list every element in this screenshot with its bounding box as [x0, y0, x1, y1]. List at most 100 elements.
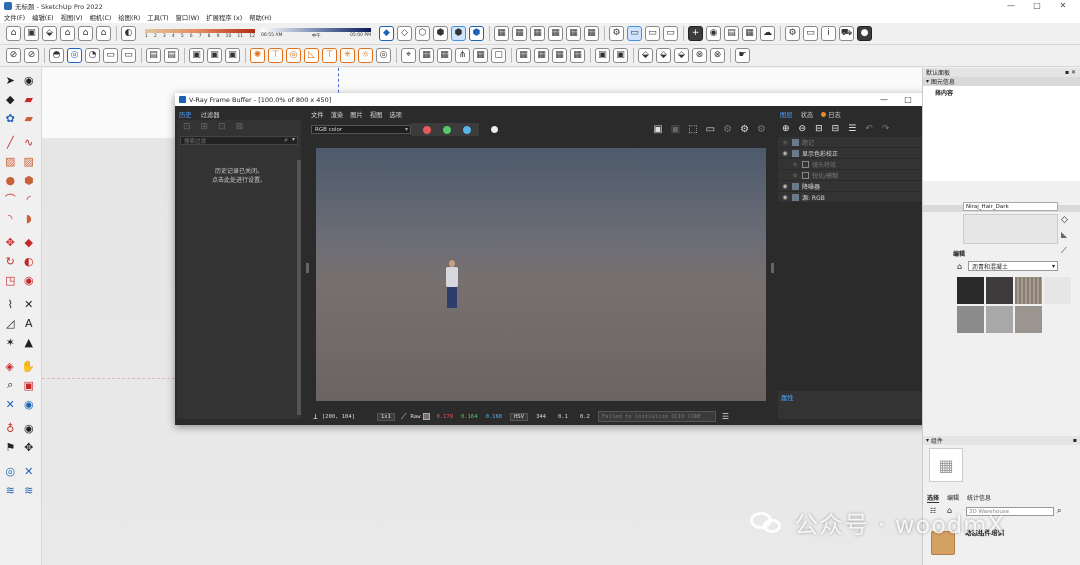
sandbox-c-icon[interactable]: ≋	[4, 483, 17, 497]
circle-icon[interactable]: ●	[4, 173, 17, 187]
vray-interactive-icon[interactable]: ▭	[663, 26, 678, 41]
component-icon[interactable]: ▦	[494, 26, 509, 41]
sandbox-a-icon[interactable]: ◎	[4, 464, 17, 478]
vfb-maximize-button[interactable]: □	[896, 93, 920, 106]
render-interactive-icon[interactable]: ▭	[706, 124, 715, 135]
eraser-icon[interactable]: ▰	[23, 92, 36, 106]
close-button[interactable]: ✕	[1050, 0, 1076, 12]
default-panel-header[interactable]: 默认面板 ▪ ✕	[923, 68, 1080, 77]
style-hidden-icon[interactable]: ⬡	[415, 26, 430, 41]
chevron-down-icon[interactable]: ▾	[292, 136, 295, 143]
eye-icon[interactable]: ◉	[778, 194, 792, 201]
create-material-icon[interactable]: ◇	[1061, 215, 1068, 225]
circle-shape-icon[interactable]: ◎	[67, 48, 82, 63]
edit-icon[interactable]: ▢	[491, 48, 506, 63]
default-material-icon[interactable]: ◣	[1061, 230, 1067, 239]
window-icon[interactable]: ▣	[207, 48, 222, 63]
boolean-a-icon[interactable]: ▣	[595, 48, 610, 63]
paint-bucket-icon[interactable]: ◆	[4, 92, 17, 106]
menu-help[interactable]: 帮助(H)	[249, 13, 271, 22]
eye-icon[interactable]: ◉	[788, 161, 802, 168]
orbit-icon[interactable]: ◈	[4, 359, 15, 373]
solid-e-icon[interactable]: ⊗	[710, 48, 725, 63]
image-icon[interactable]: ▤	[164, 48, 179, 63]
style-textured-icon[interactable]: ⬢	[451, 26, 466, 41]
maximize-button[interactable]: □	[1024, 0, 1050, 12]
cart-icon[interactable]: ⛟	[839, 26, 854, 41]
line-icon[interactable]: ╱	[4, 135, 17, 149]
tab-log[interactable]: 日志	[819, 110, 841, 119]
channel-select[interactable]: RGB color ▾	[311, 125, 411, 134]
look-around-icon[interactable]: ◉	[23, 421, 36, 435]
tab-select[interactable]: 选择	[927, 493, 940, 503]
tab-history[interactable]: 历史	[177, 110, 192, 119]
warehouse-icon[interactable]: ▦	[584, 26, 599, 41]
outliner-icon[interactable]: ▦	[530, 26, 545, 41]
scatter-icon[interactable]: ▦	[473, 48, 488, 63]
top-view-icon[interactable]: ⌂	[60, 26, 75, 41]
arc-icon[interactable]: ⌒	[4, 192, 17, 206]
solid-b-icon[interactable]: ⬙	[656, 48, 671, 63]
solid-d-icon[interactable]: ⊗	[692, 48, 707, 63]
camera-icon[interactable]: ⌖	[401, 48, 416, 63]
shadow-month-slider[interactable]: 1 2 3 4 5 6 7 8 9 10 11 12	[145, 28, 255, 39]
track-mouse-icon[interactable]: ⚙	[723, 124, 732, 135]
light-ies-icon[interactable]: ⊤	[322, 48, 337, 63]
grid-d-icon[interactable]: ▦	[570, 48, 585, 63]
grid-a-icon[interactable]: ▦	[516, 48, 531, 63]
style-xray-icon[interactable]: ◆	[379, 26, 394, 41]
zoom-ratio-select[interactable]: 1x1	[376, 412, 395, 421]
sandbox-b-icon[interactable]: ✕	[23, 464, 36, 478]
protractor-icon[interactable]: ◿	[4, 316, 17, 330]
rotate-icon[interactable]: ↻	[4, 254, 17, 268]
no-entry-icon[interactable]: ⊘	[6, 48, 21, 63]
search-icon[interactable]: ⌕	[1057, 506, 1061, 516]
plane-icon[interactable]: ▭	[103, 48, 118, 63]
3d-text-icon[interactable]: ▲	[23, 335, 36, 349]
blue-channel-toggle[interactable]	[463, 125, 471, 134]
undo-icon[interactable]: ↶	[865, 124, 873, 134]
entity-info-header[interactable]: ▾ 图元信息	[923, 77, 1080, 86]
follow-me-icon[interactable]: ◐	[23, 254, 36, 268]
solid-c-icon[interactable]: ⬙	[674, 48, 689, 63]
table-icon[interactable]: ▤	[146, 48, 161, 63]
boolean-b-icon[interactable]: ▣	[613, 48, 628, 63]
light-sphere-icon[interactable]: ◎	[286, 48, 301, 63]
house-icon[interactable]: ⌂	[6, 26, 21, 41]
sandbox-d-icon[interactable]: ≋	[23, 483, 36, 497]
select-icon[interactable]: ➤	[4, 73, 17, 87]
material-swatch[interactable]	[986, 306, 1013, 333]
redo-icon[interactable]: ↷	[882, 124, 890, 134]
vfb-menu-image[interactable]: 图片	[350, 110, 363, 119]
axes-icon[interactable]: ✶	[4, 335, 17, 349]
pie-icon[interactable]: ◗	[23, 211, 36, 225]
log-icon[interactable]: ☰	[722, 412, 729, 421]
menu-window[interactable]: 窗口(W)	[176, 13, 200, 22]
vfb-minimize-button[interactable]: —	[872, 93, 896, 106]
menu-camera[interactable]: 相机(C)	[89, 13, 111, 22]
material-swatch[interactable]	[957, 277, 984, 304]
tab-layers[interactable]: 图层	[778, 110, 793, 119]
eyedropper-icon[interactable]: ⟋	[1061, 246, 1067, 256]
iso-view-icon[interactable]: ⬙	[42, 26, 57, 41]
light-gen-icon[interactable]: ◎	[376, 48, 391, 63]
vray-fur-icon[interactable]: ◉	[706, 26, 721, 41]
tab-statistics[interactable]: 统计信息	[967, 493, 991, 503]
pin-icon[interactable]: ▪ ✕	[1065, 69, 1076, 76]
material-swatch[interactable]	[957, 306, 984, 333]
eye-icon[interactable]: ◉	[778, 139, 792, 146]
light-spot-icon[interactable]: ⊤	[268, 48, 283, 63]
zoom-window-icon[interactable]: ▣	[23, 378, 36, 392]
material-swatch[interactable]	[1015, 277, 1042, 304]
red-channel-toggle[interactable]	[423, 125, 431, 134]
region-render-icon[interactable]: ⬚	[688, 124, 697, 135]
minimize-button[interactable]: —	[998, 0, 1024, 12]
grid-b-icon[interactable]: ▦	[534, 48, 549, 63]
right-splitter-handle[interactable]	[771, 263, 774, 273]
vray-proxy-icon[interactable]: ▤	[724, 26, 739, 41]
frame-icon[interactable]: ▣	[189, 48, 204, 63]
light-rect-icon[interactable]: ☼	[358, 48, 373, 63]
freehand-icon[interactable]: ∿	[23, 135, 36, 149]
orbit-shape-icon[interactable]: ◓	[49, 48, 64, 63]
material-swatch[interactable]	[1044, 277, 1071, 304]
